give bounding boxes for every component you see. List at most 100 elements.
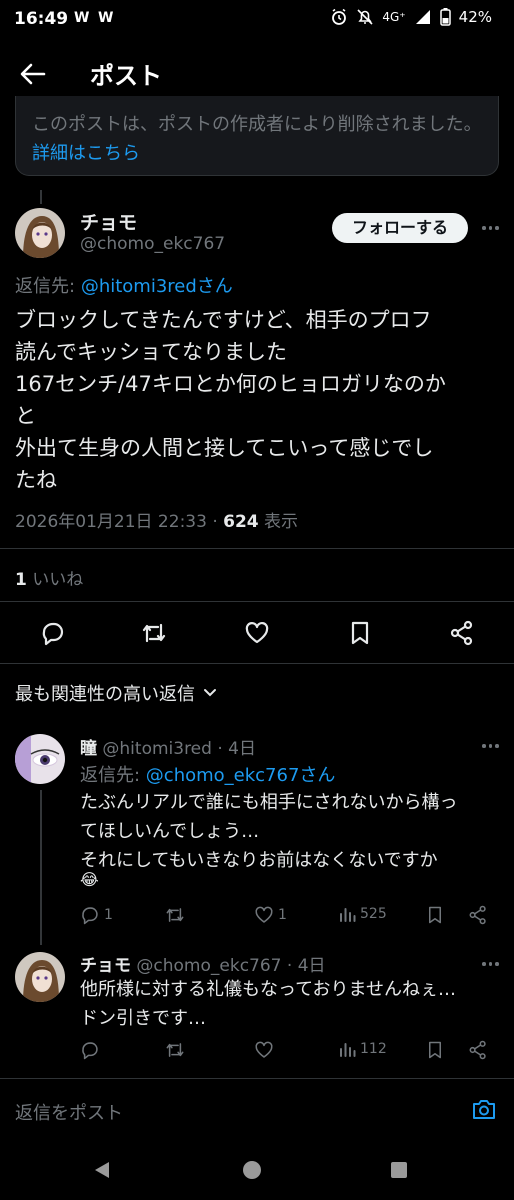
nav-back-icon: [95, 1162, 109, 1178]
like-button[interactable]: [244, 620, 270, 646]
reply-to-handle[interactable]: @hitomi3redさん: [81, 276, 233, 297]
author-handle: @chomo_ekc767: [80, 234, 226, 254]
reply-author-handle: @chomo_ekc767 · 4日: [136, 956, 326, 976]
notification-icon-2: W: [98, 10, 114, 26]
reply-button[interactable]: 1: [80, 905, 113, 925]
more-icon[interactable]: [482, 962, 499, 966]
alarm-icon: [332, 8, 347, 25]
camera-icon: [473, 1100, 495, 1119]
share-button[interactable]: [449, 620, 475, 646]
bookmark-icon: [429, 1041, 441, 1059]
view-count: 525: [360, 906, 387, 922]
like-icon: [255, 1041, 273, 1058]
reply-icon: [42, 622, 64, 646]
author-avatar[interactable]: [15, 208, 65, 258]
bookmark-icon: [351, 621, 369, 645]
retweet-button[interactable]: [164, 1040, 186, 1060]
likes-label: いいね: [26, 570, 84, 590]
reply-icon: [82, 1042, 98, 1060]
battery-level: 42%: [458, 8, 492, 26]
view-count: 112: [360, 1041, 387, 1057]
share-icon: [469, 905, 486, 925]
status-bar: 16:49 W W 4G⁺ 42%: [0, 0, 514, 40]
like-button[interactable]: [254, 1040, 274, 1060]
divider: [0, 548, 514, 549]
system-nav-bar: [0, 1140, 514, 1200]
bookmark-button[interactable]: [426, 905, 444, 925]
reply-actions: 1 1 525: [80, 905, 500, 927]
reply-sort-label: 最も関連性の高い返信: [15, 684, 195, 705]
post-views: 624: [223, 512, 259, 532]
back-button[interactable]: [18, 60, 48, 88]
retweet-icon: [166, 1043, 184, 1057]
mute-icon: [357, 9, 373, 25]
share-button[interactable]: [468, 1040, 488, 1060]
like-button[interactable]: 1: [254, 905, 287, 925]
reply-to: 返信先: @hitomi3redさん: [15, 272, 233, 298]
post-views-label: 表示: [258, 512, 299, 532]
reply-icon: [82, 907, 98, 925]
thread-connector: [40, 790, 42, 945]
signal-icon: [415, 10, 430, 24]
reply-button[interactable]: [40, 620, 66, 646]
reply-text: 他所様に対する礼儀もなっておりませんねぇ… ドン引きです…: [80, 979, 457, 1029]
reply-header: 瞳 @hitomi3red · 4日: [80, 734, 256, 759]
reply-author-name[interactable]: チョモ: [80, 956, 131, 976]
reply-input-placeholder[interactable]: 返信をポスト: [15, 1099, 123, 1125]
thread-connector: [40, 190, 42, 204]
share-icon: [469, 1040, 486, 1060]
views-icon: [340, 1043, 356, 1057]
divider: [0, 663, 514, 664]
reply-actions: 112: [80, 1040, 500, 1062]
status-time: 16:49: [14, 9, 69, 29]
like-count: 1: [278, 907, 287, 923]
reply-composer[interactable]: 返信をポスト: [0, 1078, 514, 1140]
reply-header: チョモ @chomo_ekc767 · 4日: [80, 951, 326, 976]
chevron-down-icon: [204, 689, 216, 697]
retweet-button[interactable]: [140, 620, 168, 646]
page-title: ポスト: [90, 62, 162, 90]
nav-home-icon: [243, 1161, 261, 1179]
reply-avatar[interactable]: [15, 952, 65, 1002]
post-actions: [0, 618, 514, 648]
network-type: 4G⁺: [382, 10, 406, 24]
camera-button[interactable]: [471, 1097, 497, 1121]
nav-recents-icon: [391, 1162, 407, 1178]
deleted-post-notice: このポストは、ポストの作成者により削除されました。詳細はこちら: [15, 96, 499, 176]
nav-home-button[interactable]: [242, 1160, 262, 1180]
back-arrow-icon: [20, 63, 46, 85]
retweet-button[interactable]: [164, 905, 190, 925]
likes-count: 1: [15, 570, 27, 590]
more-icon[interactable]: [482, 226, 499, 230]
author-name: チョモ: [80, 212, 138, 234]
reply-to-handle[interactable]: @chomo_ekc767さん: [146, 765, 336, 786]
nav-back-button[interactable]: [92, 1160, 112, 1180]
notice-text: このポストは、ポストの作成者により削除されました。: [32, 114, 482, 135]
views-button[interactable]: 112: [338, 1040, 387, 1058]
retweet-icon: [166, 908, 184, 922]
reply-sort-selector[interactable]: 最も関連性の高い返信: [15, 680, 217, 706]
follow-button[interactable]: フォローする: [332, 213, 468, 243]
bookmark-button[interactable]: [348, 620, 372, 646]
bookmark-icon: [429, 906, 441, 924]
views-icon: [340, 908, 356, 922]
reply-to-prefix: 返信先:: [80, 765, 146, 786]
battery-icon: [439, 8, 451, 26]
share-button[interactable]: [468, 905, 488, 925]
more-icon[interactable]: [482, 744, 499, 748]
reply-avatar[interactable]: [15, 734, 65, 784]
reply-author-name[interactable]: 瞳: [80, 739, 97, 759]
bookmark-button[interactable]: [426, 1040, 444, 1060]
reply-to-prefix: 返信先:: [15, 276, 76, 297]
nav-recents-button[interactable]: [390, 1161, 408, 1179]
divider: [0, 601, 514, 602]
like-icon: [255, 906, 273, 923]
reply-count: 1: [104, 907, 113, 923]
likes-summary[interactable]: 1 いいね: [15, 565, 83, 590]
reply-author-handle: @hitomi3red · 4日: [102, 739, 256, 759]
reply-to: 返信先: @chomo_ekc767さん: [80, 761, 335, 787]
reply-button[interactable]: [80, 1040, 100, 1060]
share-icon: [450, 620, 473, 646]
learn-more-link[interactable]: 詳細はこちら: [32, 143, 140, 164]
views-button[interactable]: 525: [338, 905, 387, 923]
